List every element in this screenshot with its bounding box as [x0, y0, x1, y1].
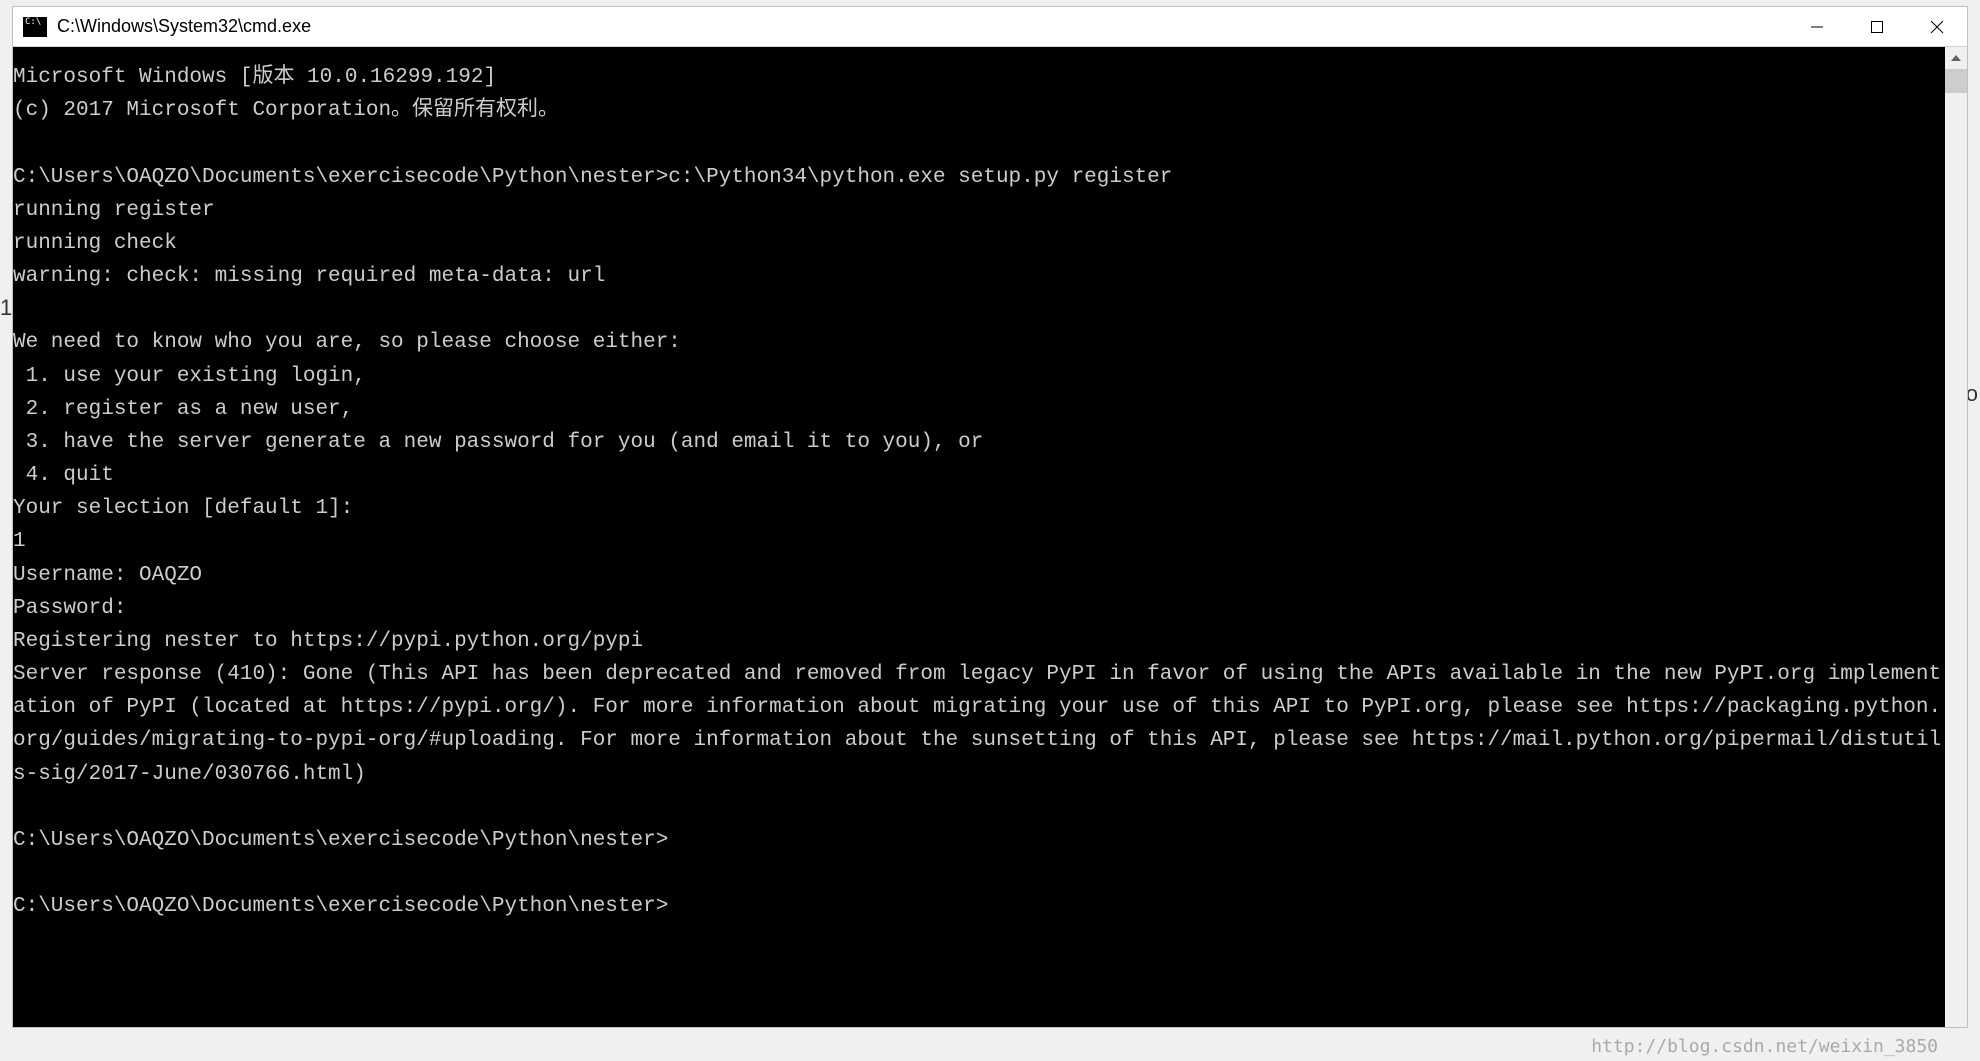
minimize-button[interactable] — [1787, 7, 1847, 46]
close-button[interactable] — [1907, 7, 1967, 46]
cmd-window: C:\Windows\System32\cmd.exe Microsoft Wi… — [12, 6, 1968, 1028]
scrollbar-up-button[interactable] — [1945, 47, 1967, 69]
scrollbar[interactable] — [1945, 47, 1967, 1027]
terminal-output[interactable]: Microsoft Windows [版本 10.0.16299.192] (c… — [13, 47, 1945, 1027]
window-controls — [1787, 7, 1967, 46]
maximize-button[interactable] — [1847, 7, 1907, 46]
scrollbar-thumb[interactable] — [1945, 69, 1967, 93]
close-icon — [1930, 20, 1944, 34]
watermark-text: http://blog.csdn.net/weixin_3850 — [1591, 1036, 1938, 1057]
minimize-icon — [1810, 20, 1824, 34]
terminal-container: Microsoft Windows [版本 10.0.16299.192] (c… — [13, 47, 1967, 1027]
window-title: C:\Windows\System32\cmd.exe — [57, 16, 1787, 37]
titlebar[interactable]: C:\Windows\System32\cmd.exe — [13, 7, 1967, 47]
maximize-icon — [1870, 20, 1884, 34]
cmd-icon — [23, 17, 47, 37]
